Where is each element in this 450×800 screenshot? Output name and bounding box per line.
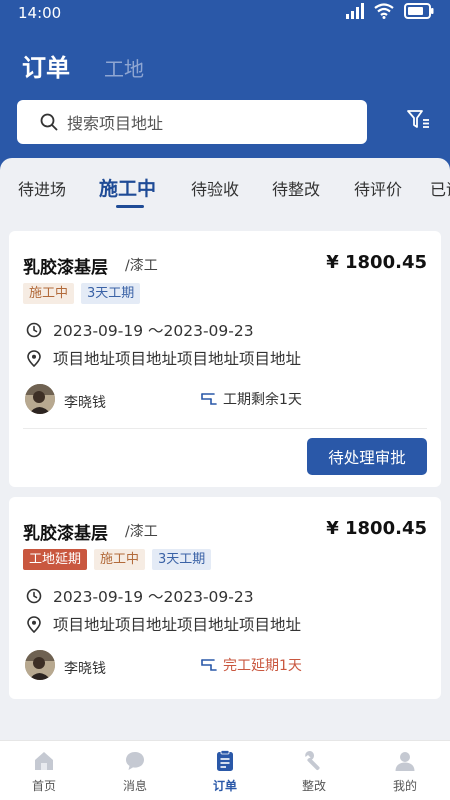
nav-rectification[interactable]: 整改 [284,749,344,794]
location-pin-icon [25,349,43,367]
battery-icon [404,3,434,23]
tab-orders[interactable]: 订单 [22,48,70,83]
order-title: 乳胶漆基层 [23,524,108,544]
clock-icon [25,587,43,605]
order-title: 乳胶漆基层 [23,258,108,278]
status-badge: 施工中 [23,283,75,304]
header: 14:00 订单 工地 搜索项目地址 [0,0,450,170]
worker-name: 李晓钱 [64,661,106,677]
duration-text: 完工延期1天 [223,658,302,674]
nav-label-home: 首页 [31,779,56,793]
home-icon [32,749,56,773]
active-tab-indicator [116,205,144,208]
order-work-type: /漆工 [125,258,158,274]
order-icon [213,749,237,773]
divider [23,428,427,429]
delay-duration: 完工延期1天 [199,655,302,675]
schedule-icon [199,391,217,407]
search-placeholder: 搜索项目地址 [67,114,164,133]
order-price: ¥ 1800.45 [326,252,427,273]
schedule-icon [199,657,217,673]
status-tab-pending-acceptance[interactable]: 待验收 [191,176,239,200]
location-pin-icon [25,615,43,633]
nav-label-orders: 订单 [212,779,237,793]
status-time: 14:00 [18,4,62,22]
order-address-row: 项目地址项目地址项目地址项目地址 [25,613,301,635]
filter-icon [406,109,430,135]
order-price: ¥ 1800.45 [326,518,427,539]
order-date-row: 2023-09-19 ～2023-09-23 [25,319,254,341]
remaining-duration: 工期剩余1天 [199,389,302,409]
status-tabs: 待进场 施工中 待验收 待整改 待评价 已评 [0,158,450,216]
duration-text: 工期剩余1天 [223,392,302,408]
order-date-range: 2023-09-19 ～2023-09-23 [53,322,254,340]
nav-label-messages: 消息 [122,779,147,793]
status-tab-in-progress[interactable]: 施工中 [99,174,156,201]
order-date-range: 2023-09-19 ～2023-09-23 [53,588,254,606]
wrench-icon [302,749,326,773]
order-tags: 工地延期 施工中 3天工期 [23,549,212,570]
top-tabs: 订单 工地 [22,48,144,83]
message-icon [123,749,147,773]
delay-badge: 工地延期 [23,549,88,570]
order-card[interactable]: 乳胶漆基层 /漆工 ¥ 1800.45 工地延期 施工中 3天工期 2023-0… [9,497,441,699]
pending-approval-button[interactable]: 待处理审批 [307,438,427,475]
order-work-type: /漆工 [125,524,158,540]
nav-label-profile: 我的 [392,779,417,793]
status-tab-reviewed[interactable]: 已评 [430,176,450,200]
tab-sites[interactable]: 工地 [104,53,144,82]
status-icons [346,3,434,23]
duration-badge: 3天工期 [81,283,141,304]
status-badge: 施工中 [94,549,146,570]
nav-messages[interactable]: 消息 [105,749,165,794]
avatar [25,650,55,680]
status-tab-pending-entry[interactable]: 待进场 [18,176,66,200]
clock-icon [25,321,43,339]
worker-name: 李晓钱 [64,395,106,411]
search-input[interactable]: 搜索项目地址 [17,100,367,144]
order-date-row: 2023-09-19 ～2023-09-23 [25,585,254,607]
order-address: 项目地址项目地址项目地址项目地址 [53,350,302,368]
order-address: 项目地址项目地址项目地址项目地址 [53,616,302,634]
wifi-icon [374,3,394,23]
nav-profile[interactable]: 我的 [375,749,435,794]
signal-icon [346,3,364,23]
nav-home[interactable]: 首页 [14,749,74,794]
avatar [25,384,55,414]
status-bar: 14:00 [0,0,450,28]
bottom-nav: 首页 消息 订单 整改 我的 [0,740,450,800]
search-icon [39,112,59,132]
order-content: 待进场 施工中 待验收 待整改 待评价 已评 乳胶漆基层 /漆工 ¥ 1800.… [0,158,450,740]
status-tab-pending-rectification[interactable]: 待整改 [272,176,320,200]
order-card[interactable]: 乳胶漆基层 /漆工 ¥ 1800.45 施工中 3天工期 2023-09-19 … [9,231,441,487]
filter-button[interactable] [404,108,432,136]
profile-icon [393,749,417,773]
order-tags: 施工中 3天工期 [23,283,141,304]
order-address-row: 项目地址项目地址项目地址项目地址 [25,347,301,369]
nav-label-rectification: 整改 [301,779,326,793]
duration-badge: 3天工期 [152,549,212,570]
nav-orders[interactable]: 订单 [195,749,255,794]
status-tab-pending-review[interactable]: 待评价 [354,176,402,200]
